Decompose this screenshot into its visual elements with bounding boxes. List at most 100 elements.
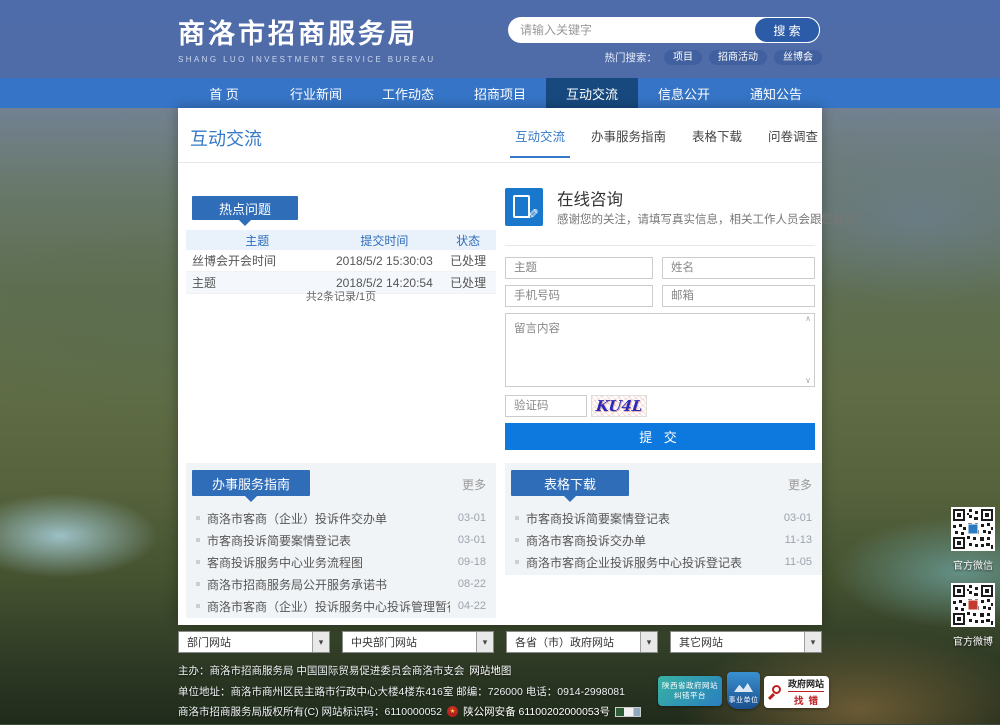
item-text: 商洛市招商服务局公开服务承诺书 (207, 576, 450, 593)
item-text: 商洛市客商（企业）投诉件交办单 (207, 510, 450, 527)
item-bullet (196, 516, 200, 520)
magnifier-icon (769, 685, 784, 700)
list-item[interactable]: 商洛市客商（企业）投诉件交办单 03-01 (186, 507, 496, 529)
sitemap-link[interactable]: 网站地图 (469, 663, 511, 678)
item-text: 客商投诉服务中心业务流程图 (207, 554, 450, 571)
main-nav: 首 页 行业新闻 工作动态 招商项目 互动交流 信息公开 通知公告 (0, 78, 1000, 108)
list-item[interactable]: 客商投诉服务中心业务流程图 09-18 (186, 551, 496, 573)
submit-button[interactable]: 提 交 (505, 423, 815, 450)
nav-item-investment-projects[interactable]: 招商项目 (454, 78, 546, 108)
column-header-topic: 主题 (186, 232, 329, 249)
hot-search-tag-activity[interactable]: 招商活动 (709, 50, 767, 65)
nav-item-notices[interactable]: 通知公告 (730, 78, 822, 108)
pagination-info: 共2条记录/1页 (186, 288, 496, 304)
section-subbar: 互动交流 互动交流 办事服务指南 表格下载 问卷调查 (178, 108, 822, 163)
select-province-sites[interactable]: 各省（市）政府网站 ▾ (506, 631, 658, 653)
row-status: 已处理 (440, 252, 496, 269)
chevron-down-icon: ▾ (312, 632, 329, 652)
nav-item-info-disclosure[interactable]: 信息公开 (638, 78, 730, 108)
form-download-panel: 表格下载 更多 市客商投诉简要案情登记表 03-01 商洛市客商投诉交办单 11… (505, 463, 822, 575)
consult-header: ✎ 在线咨询 感谢您的关注，请填写真实信息，相关工作人员会跟您联系！ (505, 186, 815, 232)
select-other-sites[interactable]: 其它网站 ▾ (670, 631, 822, 653)
item-text: 市客商投诉简要案情登记表 (526, 510, 776, 527)
service-guide-panel: 办事服务指南 更多 商洛市客商（企业）投诉件交办单 03-01 市客商投诉简要案… (186, 463, 496, 618)
list-item[interactable]: 商洛市客商投诉交办单 11-13 (505, 529, 822, 551)
hot-search-tag-expo[interactable]: 丝博会 (774, 50, 822, 65)
hot-search-tag-project[interactable]: 项目 (664, 50, 702, 65)
error-correction-platform-badge[interactable]: 陕西省政府网站 纠错平台 (658, 676, 722, 706)
site-stats-badge[interactable] (615, 707, 641, 717)
pen-icon: ✎ (527, 206, 539, 223)
item-date: 11-05 (785, 556, 812, 568)
item-date: 03-01 (458, 534, 486, 546)
subtab-form-download[interactable]: 表格下载 (692, 126, 742, 145)
qr-code-widget: 官方微信 官方微博 (948, 507, 998, 659)
item-bullet (196, 604, 200, 608)
table-row[interactable]: 丝博会开会时间 2018/5/2 15:30:03 已处理 (186, 250, 496, 272)
email-field[interactable] (662, 285, 815, 307)
weibo-icon (968, 600, 979, 611)
item-bullet (515, 538, 519, 542)
public-institution-badge[interactable]: 事业单位 (727, 672, 760, 709)
scroll-up-icon[interactable]: ∧ (805, 314, 811, 324)
item-bullet (196, 538, 200, 542)
select-department-sites[interactable]: 部门网站 ▾ (178, 631, 330, 653)
service-guide-list: 商洛市客商（企业）投诉件交办单 03-01 市客商投诉简要案情登记表 03-01… (186, 507, 496, 617)
service-guide-title-badge: 办事服务指南 (192, 470, 310, 496)
item-date: 08-22 (458, 578, 486, 590)
badge-text: 找错 (788, 692, 824, 707)
gov-links-row: 部门网站 ▾ 中央部门网站 ▾ 各省（市）政府网站 ▾ 其它网站 ▾ (178, 631, 822, 653)
badge-text: 政府网站 (788, 677, 824, 692)
scroll-down-icon[interactable]: ∨ (805, 376, 811, 386)
name-field[interactable] (662, 257, 815, 279)
list-item[interactable]: 市客商投诉简要案情登记表 03-01 (505, 507, 822, 529)
subtab-service-guide[interactable]: 办事服务指南 (591, 126, 666, 145)
select-central-sites[interactable]: 中央部门网站 ▾ (342, 631, 494, 653)
item-date: 11-13 (785, 534, 812, 546)
subtab-interaction[interactable]: 互动交流 (515, 126, 565, 145)
list-item[interactable]: 商洛市招商服务局公开服务承诺书 08-22 (186, 573, 496, 595)
captcha-field[interactable] (505, 395, 587, 417)
select-label: 中央部门网站 (343, 634, 476, 650)
search-input[interactable] (508, 17, 754, 43)
message-field[interactable] (505, 313, 815, 387)
footer-host-text: 主办：商洛市招商服务局 中国国际贸易促进委员会商洛市支会 (178, 663, 464, 678)
row-topic: 丝博会开会时间 (186, 252, 329, 269)
form-download-more-link[interactable]: 更多 (788, 476, 812, 493)
hot-search-row: 热门搜索： 项目 招商活动 丝博会 (605, 50, 823, 65)
form-download-title-badge: 表格下载 (511, 470, 629, 496)
consult-subtitle: 感谢您的关注，请填写真实信息，相关工作人员会跟您联系！ (557, 211, 868, 227)
item-date: 04-22 (458, 600, 486, 612)
wechat-qr-label: 官方微信 (948, 557, 998, 572)
hot-search-label: 热门搜索： (605, 50, 658, 65)
search-button[interactable]: 搜 索 (754, 17, 820, 43)
captcha-image[interactable]: KU4L (591, 395, 647, 417)
wechat-qr-code (951, 507, 995, 551)
nav-item-home[interactable]: 首 页 (178, 78, 270, 108)
police-record-link[interactable]: 陕公网安备 61100202000053号 (463, 704, 610, 719)
badge-text: 事业单位 (729, 695, 759, 705)
consult-title: 在线咨询 (557, 186, 623, 210)
subtab-questionnaire[interactable]: 问卷调查 (768, 126, 818, 145)
gov-site-error-report-badge[interactable]: 政府网站 找错 (764, 676, 829, 708)
site-logo[interactable]: 商洛市招商服务局 SHANG LUO INVESTMENT SERVICE BU… (178, 12, 436, 64)
nav-item-interaction[interactable]: 互动交流 (546, 78, 638, 108)
magnifier-lens (772, 685, 781, 694)
list-item[interactable]: 商洛市客商企业投诉服务中心投诉登记表 11-05 (505, 551, 822, 573)
nav-item-industry-news[interactable]: 行业新闻 (270, 78, 362, 108)
footer-address-text: 单位地址：商洛市商州区民主路市行政中心大楼4楼东416室 邮编：726000 电… (178, 684, 625, 699)
hot-topics-title-badge: 热点问题 (192, 196, 298, 220)
page-title: 互动交流 (190, 125, 262, 151)
hot-topics-table-header: 主题 提交时间 状态 (186, 230, 496, 250)
search-box: 搜 索 (508, 17, 820, 43)
national-emblem-icon: ★ (447, 706, 458, 717)
list-item[interactable]: 商洛市客商（企业）投诉服务中心投诉管理暂行规 04-22 (186, 595, 496, 617)
topic-field[interactable] (505, 257, 653, 279)
nav-item-work-updates[interactable]: 工作动态 (362, 78, 454, 108)
item-bullet (515, 560, 519, 564)
phone-field[interactable] (505, 285, 653, 307)
service-guide-more-link[interactable]: 更多 (462, 476, 486, 493)
main-nav-inner: 首 页 行业新闻 工作动态 招商项目 互动交流 信息公开 通知公告 (178, 78, 822, 108)
list-item[interactable]: 市客商投诉简要案情登记表 03-01 (186, 529, 496, 551)
form-download-list: 市客商投诉简要案情登记表 03-01 商洛市客商投诉交办单 11-13 商洛市客… (505, 507, 822, 573)
